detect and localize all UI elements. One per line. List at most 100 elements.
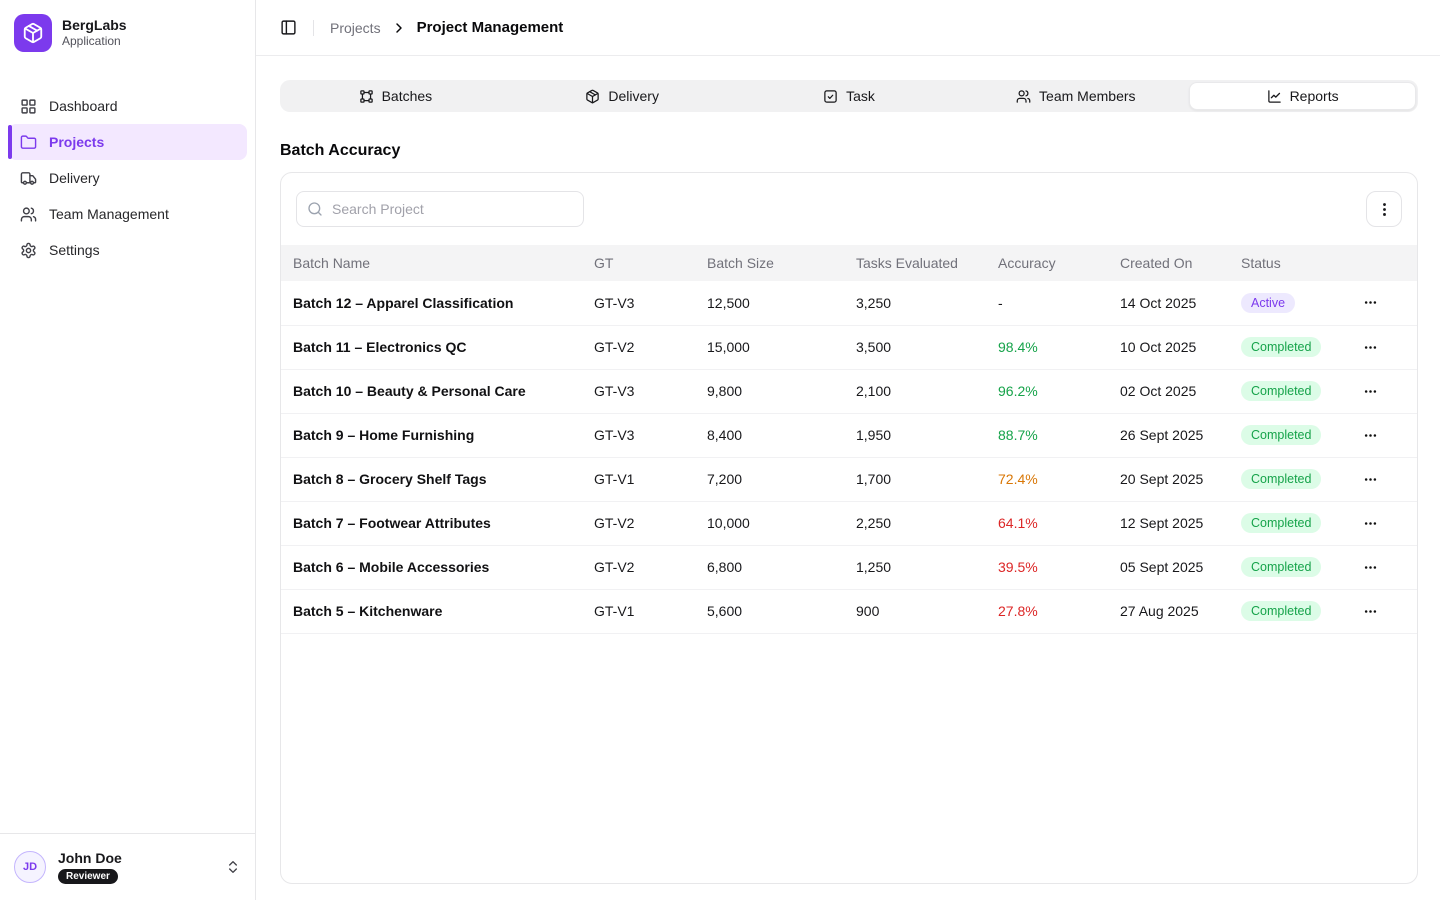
col-accuracy: Accuracy — [998, 245, 1120, 281]
actions-cell — [1351, 545, 1417, 589]
brand-name: BergLabs — [62, 17, 127, 34]
tab-reports[interactable]: Reports — [1189, 82, 1416, 110]
ellipsis-icon — [1363, 295, 1378, 310]
created-on-cell: 10 Oct 2025 — [1120, 325, 1241, 369]
col-tasks-evaluated: Tasks Evaluated — [856, 245, 998, 281]
ellipsis-icon — [1363, 560, 1378, 575]
chevron-right-icon — [391, 20, 407, 36]
status-cell: Completed — [1241, 457, 1351, 501]
batch-size-cell: 12,500 — [707, 281, 856, 325]
accuracy-cell: 39.5% — [998, 545, 1120, 589]
status-badge: Completed — [1241, 557, 1321, 578]
users-icon — [20, 206, 37, 223]
ellipsis-icon — [1363, 516, 1378, 531]
sidebar-item-delivery[interactable]: Delivery — [8, 160, 247, 196]
card-menu-button[interactable] — [1366, 191, 1402, 227]
breadcrumb-parent[interactable]: Projects — [330, 20, 381, 36]
gt-cell: GT-V2 — [594, 501, 707, 545]
batch-size-cell: 5,600 — [707, 589, 856, 633]
page-title: Batch Accuracy — [280, 142, 1418, 160]
row-menu-button[interactable] — [1357, 510, 1383, 536]
chevrons-up-down-icon[interactable] — [225, 859, 241, 875]
ellipsis-icon — [1363, 472, 1378, 487]
row-menu-button[interactable] — [1357, 554, 1383, 580]
actions-cell — [1351, 325, 1417, 369]
accuracy-cell: 88.7% — [998, 413, 1120, 457]
sidebar-footer[interactable]: JD John Doe Reviewer — [0, 833, 255, 900]
sidebar-toggle-icon[interactable] — [280, 19, 297, 36]
status-badge: Completed — [1241, 469, 1321, 490]
divider — [313, 20, 314, 36]
row-menu-button[interactable] — [1357, 290, 1383, 316]
batch-size-cell: 10,000 — [707, 501, 856, 545]
gt-cell: GT-V1 — [594, 457, 707, 501]
accuracy-cell: - — [998, 281, 1120, 325]
table-row: Batch 12 – Apparel Classification GT-V3 … — [281, 281, 1417, 325]
created-on-cell: 27 Aug 2025 — [1120, 589, 1241, 633]
row-menu-button[interactable] — [1357, 334, 1383, 360]
tab-team-members[interactable]: Team Members — [962, 82, 1189, 110]
row-menu-button[interactable] — [1357, 598, 1383, 624]
tab-batches[interactable]: Batches — [282, 82, 509, 110]
status-cell: Completed — [1241, 413, 1351, 457]
created-on-cell: 14 Oct 2025 — [1120, 281, 1241, 325]
sidebar-item-label: Dashboard — [49, 98, 118, 114]
sidebar-item-team-management[interactable]: Team Management — [8, 196, 247, 232]
table-row: Batch 10 – Beauty & Personal Care GT-V3 … — [281, 369, 1417, 413]
tab-label: Batches — [382, 88, 433, 104]
batch-size-cell: 8,400 — [707, 413, 856, 457]
batch-name-cell: Batch 5 – Kitchenware — [281, 589, 594, 633]
status-badge: Completed — [1241, 601, 1321, 622]
page-content: Batches Delivery Task Team Members Repor… — [256, 56, 1440, 884]
accuracy-cell: 72.4% — [998, 457, 1120, 501]
tasks-evaluated-cell: 3,500 — [856, 325, 998, 369]
accuracy-cell: 98.4% — [998, 325, 1120, 369]
gear-icon — [20, 242, 37, 259]
tasks-evaluated-cell: 1,950 — [856, 413, 998, 457]
status-badge: Completed — [1241, 381, 1321, 402]
tasks-evaluated-cell: 3,250 — [856, 281, 998, 325]
gt-cell: GT-V3 — [594, 369, 707, 413]
batch-name-cell: Batch 10 – Beauty & Personal Care — [281, 369, 594, 413]
sidebar-item-settings[interactable]: Settings — [8, 232, 247, 268]
batch-name-cell: Batch 6 – Mobile Accessories — [281, 545, 594, 589]
actions-cell — [1351, 457, 1417, 501]
row-menu-button[interactable] — [1357, 422, 1383, 448]
search-input[interactable] — [296, 191, 584, 227]
created-on-cell: 12 Sept 2025 — [1120, 501, 1241, 545]
status-cell: Completed — [1241, 325, 1351, 369]
batch-accuracy-card: Batch Name GT Batch Size Tasks Evaluated… — [280, 172, 1418, 884]
accuracy-cell: 27.8% — [998, 589, 1120, 633]
brand-subtitle: Application — [62, 34, 127, 48]
search-icon — [307, 201, 323, 217]
brand-logo — [14, 14, 52, 52]
sidebar-item-label: Settings — [49, 242, 100, 258]
table-row: Batch 5 – Kitchenware GT-V1 5,600 900 27… — [281, 589, 1417, 633]
col-actions — [1351, 245, 1417, 281]
col-created-on: Created On — [1120, 245, 1241, 281]
status-cell: Completed — [1241, 501, 1351, 545]
row-menu-button[interactable] — [1357, 378, 1383, 404]
status-cell: Completed — [1241, 545, 1351, 589]
row-menu-button[interactable] — [1357, 466, 1383, 492]
tab-delivery[interactable]: Delivery — [509, 82, 736, 110]
gt-cell: GT-V3 — [594, 413, 707, 457]
accuracy-cell: 64.1% — [998, 501, 1120, 545]
sidebar-item-dashboard[interactable]: Dashboard — [8, 88, 247, 124]
status-badge: Completed — [1241, 425, 1321, 446]
chart-line-icon — [1267, 89, 1282, 104]
ellipsis-icon — [1363, 604, 1378, 619]
tab-task[interactable]: Task — [736, 82, 963, 110]
tasks-evaluated-cell: 1,700 — [856, 457, 998, 501]
batch-size-cell: 15,000 — [707, 325, 856, 369]
table-row: Batch 11 – Electronics QC GT-V2 15,000 3… — [281, 325, 1417, 369]
actions-cell — [1351, 413, 1417, 457]
sidebar-item-projects[interactable]: Projects — [8, 124, 247, 160]
group-icon — [359, 89, 374, 104]
avatar: JD — [14, 851, 46, 883]
batch-name-cell: Batch 9 – Home Furnishing — [281, 413, 594, 457]
batch-table: Batch Name GT Batch Size Tasks Evaluated… — [281, 245, 1417, 634]
actions-cell — [1351, 589, 1417, 633]
col-batch-size: Batch Size — [707, 245, 856, 281]
col-batch-name: Batch Name — [281, 245, 594, 281]
